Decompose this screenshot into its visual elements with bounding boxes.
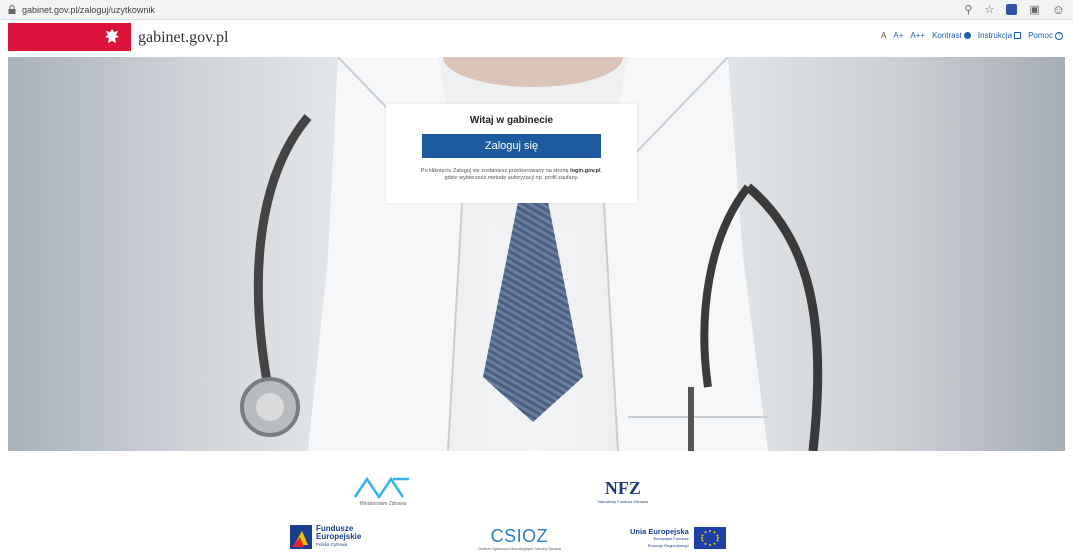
csioz-sub: Centrum Systemów Informacyjnych Ochrony …	[478, 547, 561, 551]
help-label: Pomoc	[1028, 31, 1053, 40]
fe-line3: Polska Cyfrowa	[316, 542, 348, 547]
nfz-logo[interactable]: NFZ Narodowy Fundusz Zdrowia	[598, 478, 648, 504]
instruction-link[interactable]: Instrukcja	[977, 31, 1022, 40]
document-icon	[1014, 32, 1022, 40]
address-url[interactable]: gabinet.gov.pl/zaloguj/uzytkownik	[22, 5, 964, 15]
csioz-logo[interactable]: CSIOZ Centrum Systemów Informacyjnych Oc…	[478, 526, 561, 551]
font-size-a[interactable]: A	[881, 31, 886, 40]
csioz-mark: CSIOZ	[490, 526, 549, 546]
login-button[interactable]: Zaloguj się	[422, 134, 601, 158]
zoom-icon[interactable]: ⚲	[964, 3, 972, 16]
contrast-icon	[963, 32, 971, 40]
font-size-a-plus[interactable]: A+	[893, 31, 903, 40]
ue-sub2: Rozwoju Regionalnego	[647, 542, 689, 548]
lock-icon	[8, 5, 16, 14]
accessibility-nav: A A+ A++ Kontrast Instrukcja Pomoc?	[881, 31, 1063, 40]
mz-mark-icon	[353, 476, 409, 499]
login-note: Po kliknięciu Zaloguj się zostaniesz prz…	[416, 168, 607, 182]
login-title: Witaj w gabinecie	[469, 115, 554, 126]
login-card: Witaj w gabinecie Zaloguj się Po kliknię…	[386, 104, 637, 203]
eagle-emblem-icon	[105, 29, 119, 43]
fe-stars-icon	[290, 525, 312, 549]
fe-line2: Europejskie	[316, 532, 362, 541]
help-link[interactable]: Pomoc?	[1028, 31, 1063, 40]
star-icon[interactable]: ☆	[984, 3, 994, 16]
site-brand[interactable]: gabinet.gov.pl	[138, 29, 229, 47]
eu-flag-icon	[693, 527, 726, 549]
profile-icon[interactable]: ☺	[1052, 2, 1065, 17]
ue-title: Unia Europejska	[630, 526, 689, 536]
mz-logo[interactable]: Ministerstwo Zdrowia	[353, 475, 413, 507]
nfz-mark: NFZ	[604, 478, 641, 498]
login-note-pre: Po kliknięciu Zaloguj się zostaniesz prz…	[420, 168, 569, 174]
extension-icon[interactable]	[1006, 4, 1018, 15]
fe-logo[interactable]: Fundusze Europejskie Polska Cyfrowa	[290, 525, 361, 549]
contrast-label: Kontrast	[932, 31, 962, 40]
browser-address-bar: gabinet.gov.pl/zaloguj/uzytkownik ⚲ ☆ ▣ …	[0, 0, 1073, 20]
question-icon: ?	[1055, 31, 1063, 40]
ue-logo[interactable]: Unia Europejska Europejski Fundusz Rozwo…	[630, 527, 726, 549]
partner-logos: Ministerstwo Zdrowia NFZ Narodowy Fundus…	[0, 452, 1073, 554]
instruction-label: Instrukcja	[977, 31, 1013, 40]
ue-sub1: Europejski Fundusz	[653, 535, 689, 541]
nfz-sub: Narodowy Fundusz Zdrowia	[598, 499, 648, 504]
font-size-a-plus-plus[interactable]: A++	[910, 31, 925, 40]
contrast-link[interactable]: Kontrast	[932, 31, 971, 40]
mz-label: Ministerstwo Zdrowia	[359, 501, 407, 507]
camera-icon[interactable]: ▣	[1029, 3, 1039, 16]
login-gov-link[interactable]: login.gov.pl	[570, 168, 600, 174]
site-header: gabinet.gov.pl A A+ A++ Kontrast Instruk…	[0, 20, 1073, 56]
